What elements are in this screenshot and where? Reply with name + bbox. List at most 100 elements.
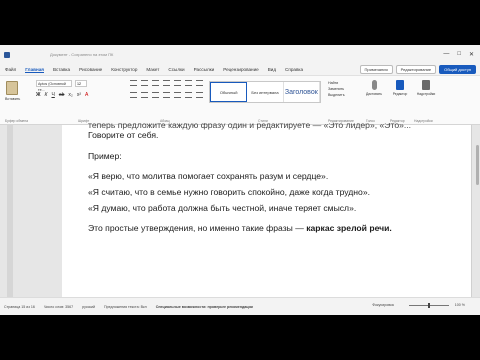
status-language[interactable]: русский [82,305,95,309]
tab-insert[interactable]: Вставка [53,67,70,72]
ribbon-group-labels: Буфер обмена Шрифт Абзац Стили Редактиро… [0,117,480,123]
font-format-buttons: Ж К Ч ab x₂ x² A [36,92,88,98]
dictate-label: Диктовать [365,92,382,96]
editing-mode-button[interactable]: Редактирование [395,65,437,74]
window-controls: — □ ✕ [443,51,474,58]
editor-pen-icon [396,80,404,90]
group-label-styles: Стили [258,119,268,123]
ribbon-home: Вставить Aptos (Основной те... 12 Ж К Ч … [0,75,480,125]
bullets-icon[interactable] [130,80,137,86]
tab-file[interactable]: Файл [5,67,16,72]
status-right-controls: Фокусировка 100 % [372,302,474,308]
tab-help[interactable]: Справка [285,67,303,72]
doc-line-3: «Я верю, что молитва помогает сохранять … [88,171,329,181]
group-label-paragraph: Абзац [160,119,170,123]
select-button[interactable]: Выделить [328,92,345,98]
font-color-button[interactable]: A [85,92,88,98]
maximize-button[interactable]: □ [457,51,461,58]
editing-group: Найти Заменить Выделить [328,80,345,98]
justify-icon[interactable] [163,92,170,98]
ribbon-tabs: Файл Главная Вставка Рисование Конструкт… [0,64,480,75]
ribbon-actions: Примечания Редактирование Общий доступ [359,65,476,74]
window-title: Документ - Сохранено на этом ПК [50,52,114,57]
zoom-level[interactable]: 100 % [455,303,465,307]
doc-line-6-bold: каркас зрелой речи. [306,223,392,233]
doc-line-2: Пример: [88,151,122,161]
dictate-button[interactable]: Диктовать [362,80,386,96]
editor-label: Редактор [392,92,408,96]
paste-button[interactable]: Вставить [5,81,21,103]
tab-mailings[interactable]: Рассылки [194,67,215,72]
align-right-icon[interactable] [152,92,159,98]
doc-line-1: Говорите от себя. [88,130,159,140]
subscript-button[interactable]: x₂ [68,92,72,98]
share-button[interactable]: Общий доступ [439,65,476,74]
show-marks-icon[interactable] [196,80,203,86]
borders-icon[interactable] [196,92,203,98]
strikethrough-button[interactable]: ab [59,92,65,98]
shading-icon[interactable] [185,92,192,98]
line-spacing-icon[interactable] [174,92,181,98]
doc-line-5: «Я думаю, что работа должна быть честной… [88,203,357,213]
align-left-icon[interactable] [130,92,137,98]
document-page[interactable]: теперь предложите каждую фразу один и ре… [62,123,472,297]
scrollbar-thumb[interactable] [476,145,479,185]
group-label-font: Шрифт [78,119,90,123]
status-page[interactable]: Страница 15 из 16 [4,305,35,309]
font-name-select[interactable]: Aptos (Основной те... [36,80,72,92]
style-no-spacing[interactable]: Без интервала [247,82,284,102]
status-accessibility[interactable]: Специальные возможности: проверьте реком… [156,305,253,309]
decrease-indent-icon[interactable] [163,80,170,86]
tab-review[interactable]: Рецензирование [223,67,258,72]
group-label-voice: Голос [366,119,376,123]
tab-references[interactable]: Ссылки [168,67,184,72]
increase-indent-icon[interactable] [174,80,181,86]
title-bar: Документ - Сохранено на этом ПК — □ ✕ [0,45,480,64]
microphone-icon [371,80,377,90]
editor-button[interactable]: Редактор [388,80,412,96]
group-label-clipboard: Буфер обмена [5,119,29,123]
status-words[interactable]: Число слов: 3567 [44,305,73,309]
underline-button[interactable]: Ч [51,92,54,98]
vertical-ruler [7,125,13,297]
group-label-editing: Редактирование [328,119,354,123]
vertical-scrollbar[interactable] [475,125,480,297]
multilevel-list-icon[interactable] [152,80,159,86]
paste-label: Вставить [5,97,21,101]
bold-button[interactable]: Ж [36,92,41,98]
word-window: Документ - Сохранено на этом ПК — □ ✕ Фа… [0,45,480,315]
tab-design[interactable]: Конструктор [111,67,137,72]
clipboard-icon [6,81,18,95]
font-size-select[interactable]: 12 [75,80,87,87]
italic-button[interactable]: К [45,92,48,98]
style-normal[interactable]: Обычный [210,82,248,102]
comments-button[interactable]: Примечания [359,65,393,74]
superscript-button[interactable]: x² [77,92,81,98]
style-heading[interactable]: Заголовок [284,82,320,102]
addins-label: Надстройки [416,92,436,96]
tab-view[interactable]: Вид [268,67,276,72]
tab-draw[interactable]: Рисование [79,67,102,72]
word-logo-icon [4,51,10,58]
tab-home[interactable]: Главная [25,67,44,73]
zoom-slider[interactable] [408,302,449,308]
addins-grid-icon [422,80,430,90]
sort-icon[interactable] [185,80,192,86]
focus-button[interactable]: Фокусировка [372,303,393,307]
styles-gallery: Обычный Без интервала Заголовок [209,81,321,103]
zoom-slider-knob[interactable] [427,302,430,308]
close-button[interactable]: ✕ [469,51,474,58]
doc-line-6-text: Это простые утверждения, но именно такие… [88,223,307,233]
group-label-editor: Редактор [390,119,405,123]
numbering-icon[interactable] [141,80,148,86]
status-bar: Страница 15 из 16 Число слов: 3567 русск… [0,297,480,315]
group-label-addins: Надстройки [414,119,433,123]
document-area: теперь предложите каждую фразу один и ре… [0,123,480,297]
addins-button[interactable]: Надстройки [414,80,438,96]
status-predictions[interactable]: Предложения текста: Вкл [104,305,147,309]
align-center-icon[interactable] [141,92,148,98]
tab-layout[interactable]: Макет [146,67,159,72]
minimize-button[interactable]: — [443,51,449,58]
doc-line-6: Это простые утверждения, но именно такие… [88,223,392,233]
paragraph-buttons-bottom [130,92,203,98]
